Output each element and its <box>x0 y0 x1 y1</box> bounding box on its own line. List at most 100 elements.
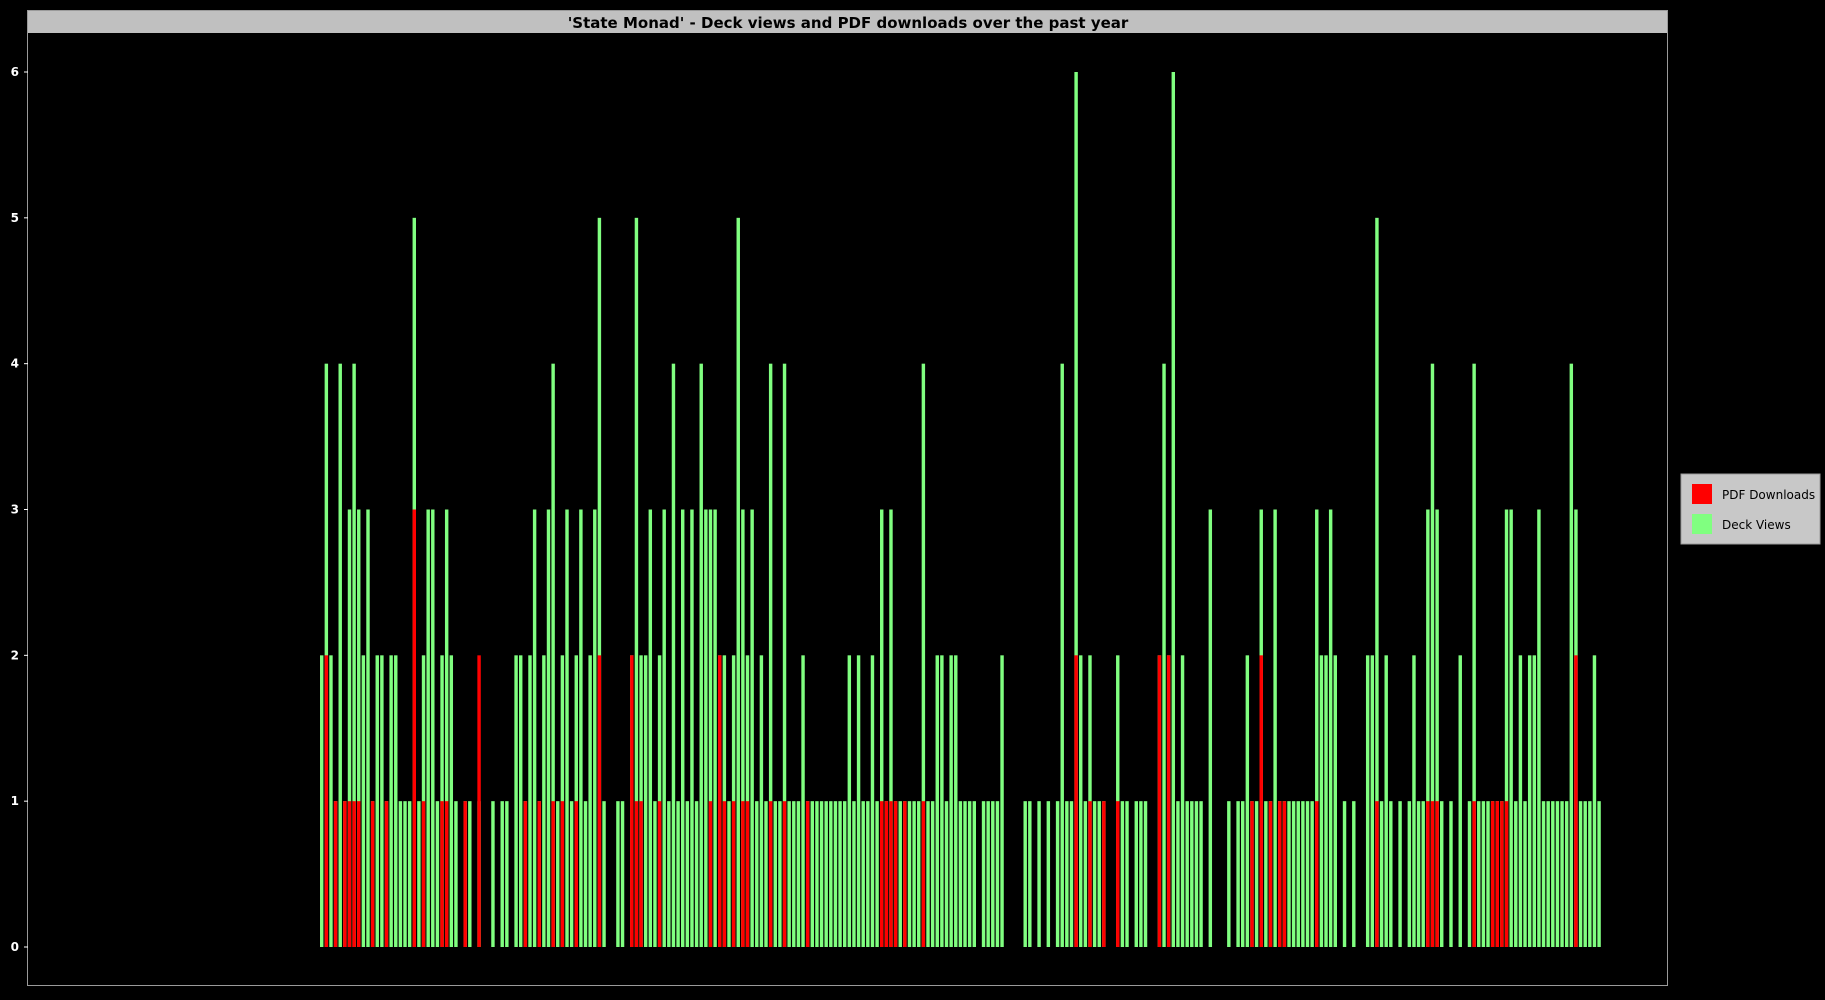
bar-deck-views <box>1199 801 1203 947</box>
bar-deck-views <box>1296 801 1300 947</box>
bar-deck-views <box>1583 801 1587 947</box>
bar-deck-views <box>620 801 625 947</box>
bar-deck-views <box>1069 801 1074 947</box>
bar-deck-views <box>1171 72 1176 947</box>
bar-deck-views <box>426 509 430 947</box>
bar-deck-views <box>773 801 777 947</box>
bar-pdf-downloads <box>347 801 352 947</box>
bar-pdf-downloads <box>1116 801 1120 947</box>
bar-deck-views <box>602 801 606 947</box>
bar-deck-views <box>866 801 870 947</box>
bar-deck-views <box>1023 801 1027 947</box>
bar-pdf-downloads <box>523 801 528 947</box>
bar-deck-views <box>435 801 440 947</box>
bar-deck-views <box>1555 801 1560 947</box>
bar-deck-views <box>1440 801 1444 947</box>
bar-deck-views <box>1541 801 1546 947</box>
y-tick-label: 3 <box>11 503 19 517</box>
bar-deck-views <box>588 655 592 947</box>
bar-deck-views <box>759 655 764 947</box>
bar-deck-views <box>981 801 986 947</box>
bar-deck-views <box>1254 801 1259 947</box>
bar-deck-views <box>1120 801 1125 947</box>
legend-label-pdf-downloads: PDF Downloads <box>1722 488 1815 502</box>
bar-deck-views <box>1352 801 1356 947</box>
bar-deck-views <box>366 509 370 947</box>
bar-deck-views <box>1592 655 1597 947</box>
bar-deck-views <box>514 655 518 947</box>
y-tick-label: 0 <box>11 940 19 954</box>
bar-pdf-downloads <box>1088 801 1092 947</box>
bar-deck-views <box>532 509 537 947</box>
bar-deck-views <box>930 801 935 947</box>
bar-deck-views <box>764 801 768 947</box>
bar-pdf-downloads <box>1430 801 1435 947</box>
bar-pdf-downloads <box>1278 801 1282 947</box>
bar-deck-views <box>704 509 708 947</box>
bar-deck-views <box>755 801 759 947</box>
bar-pdf-downloads <box>745 801 750 947</box>
bar-deck-views <box>1185 801 1189 947</box>
bar-deck-views <box>1097 801 1101 947</box>
bar-deck-views <box>398 801 403 947</box>
bar-deck-views <box>829 801 833 947</box>
bar-pdf-downloads <box>537 801 541 947</box>
bar-deck-views <box>796 801 801 947</box>
bar-deck-views <box>1477 801 1481 947</box>
bar-pdf-downloads <box>768 801 773 947</box>
bar-pdf-downloads <box>634 801 639 947</box>
bar-deck-views <box>1000 655 1004 947</box>
bar-pdf-downloads <box>1250 801 1254 947</box>
bar-pdf-downloads <box>574 801 578 947</box>
bar-deck-views <box>1046 801 1051 947</box>
bar-deck-views <box>653 801 657 947</box>
bar-deck-views <box>1143 801 1148 947</box>
bar-pdf-downloads <box>560 801 565 947</box>
bar-deck-views <box>1055 801 1060 947</box>
bar-pdf-downloads <box>597 655 602 947</box>
bar-deck-views <box>949 655 953 947</box>
bar-deck-views <box>699 363 703 947</box>
bar-deck-views <box>403 801 407 947</box>
y-tick-label: 4 <box>11 357 19 371</box>
bar-deck-views <box>824 801 828 947</box>
bar-deck-views <box>1523 801 1527 947</box>
bar-deck-views <box>991 801 995 947</box>
bar-deck-views <box>1527 655 1532 947</box>
bar-chart: 'State Monad' - Deck views and PDF downl… <box>0 0 1825 1000</box>
bar-pdf-downloads <box>741 801 745 947</box>
bar-pdf-downloads <box>921 801 926 947</box>
bar-pdf-downloads <box>1504 801 1509 947</box>
bar-pdf-downloads <box>657 801 662 947</box>
bar-deck-views <box>1245 655 1250 947</box>
bar-pdf-downloads <box>903 801 907 947</box>
bar-pdf-downloads <box>384 801 389 947</box>
bar-deck-views <box>1125 801 1129 947</box>
bar-deck-views <box>1389 801 1393 947</box>
bar-pdf-downloads <box>343 801 347 947</box>
bar-pdf-downloads <box>1102 801 1106 947</box>
bar-pdf-downloads <box>477 655 481 947</box>
y-tick-label: 6 <box>11 65 19 79</box>
bar-deck-views <box>1305 801 1310 947</box>
bar-deck-views <box>542 655 546 947</box>
bar-deck-views <box>801 655 805 947</box>
bar-deck-views <box>838 801 842 947</box>
bar-deck-views <box>320 655 324 947</box>
bar-deck-views <box>1532 655 1537 947</box>
bar-deck-views <box>329 655 333 947</box>
bar-deck-views <box>556 801 560 947</box>
bar-deck-views <box>454 801 458 947</box>
bar-pdf-downloads <box>324 655 329 947</box>
bar-pdf-downloads <box>440 801 444 947</box>
bar-pdf-downloads <box>1426 801 1430 947</box>
bar-deck-views <box>1551 801 1555 947</box>
bar-pdf-downloads <box>357 801 361 947</box>
bar-pdf-downloads <box>352 801 356 947</box>
bar-deck-views <box>1486 801 1490 947</box>
bar-deck-views <box>842 801 847 947</box>
bar-pdf-downloads <box>1157 655 1162 947</box>
bar-deck-views <box>1370 655 1375 947</box>
bar-deck-views <box>1227 801 1231 947</box>
bar-pdf-downloads <box>1166 655 1171 947</box>
